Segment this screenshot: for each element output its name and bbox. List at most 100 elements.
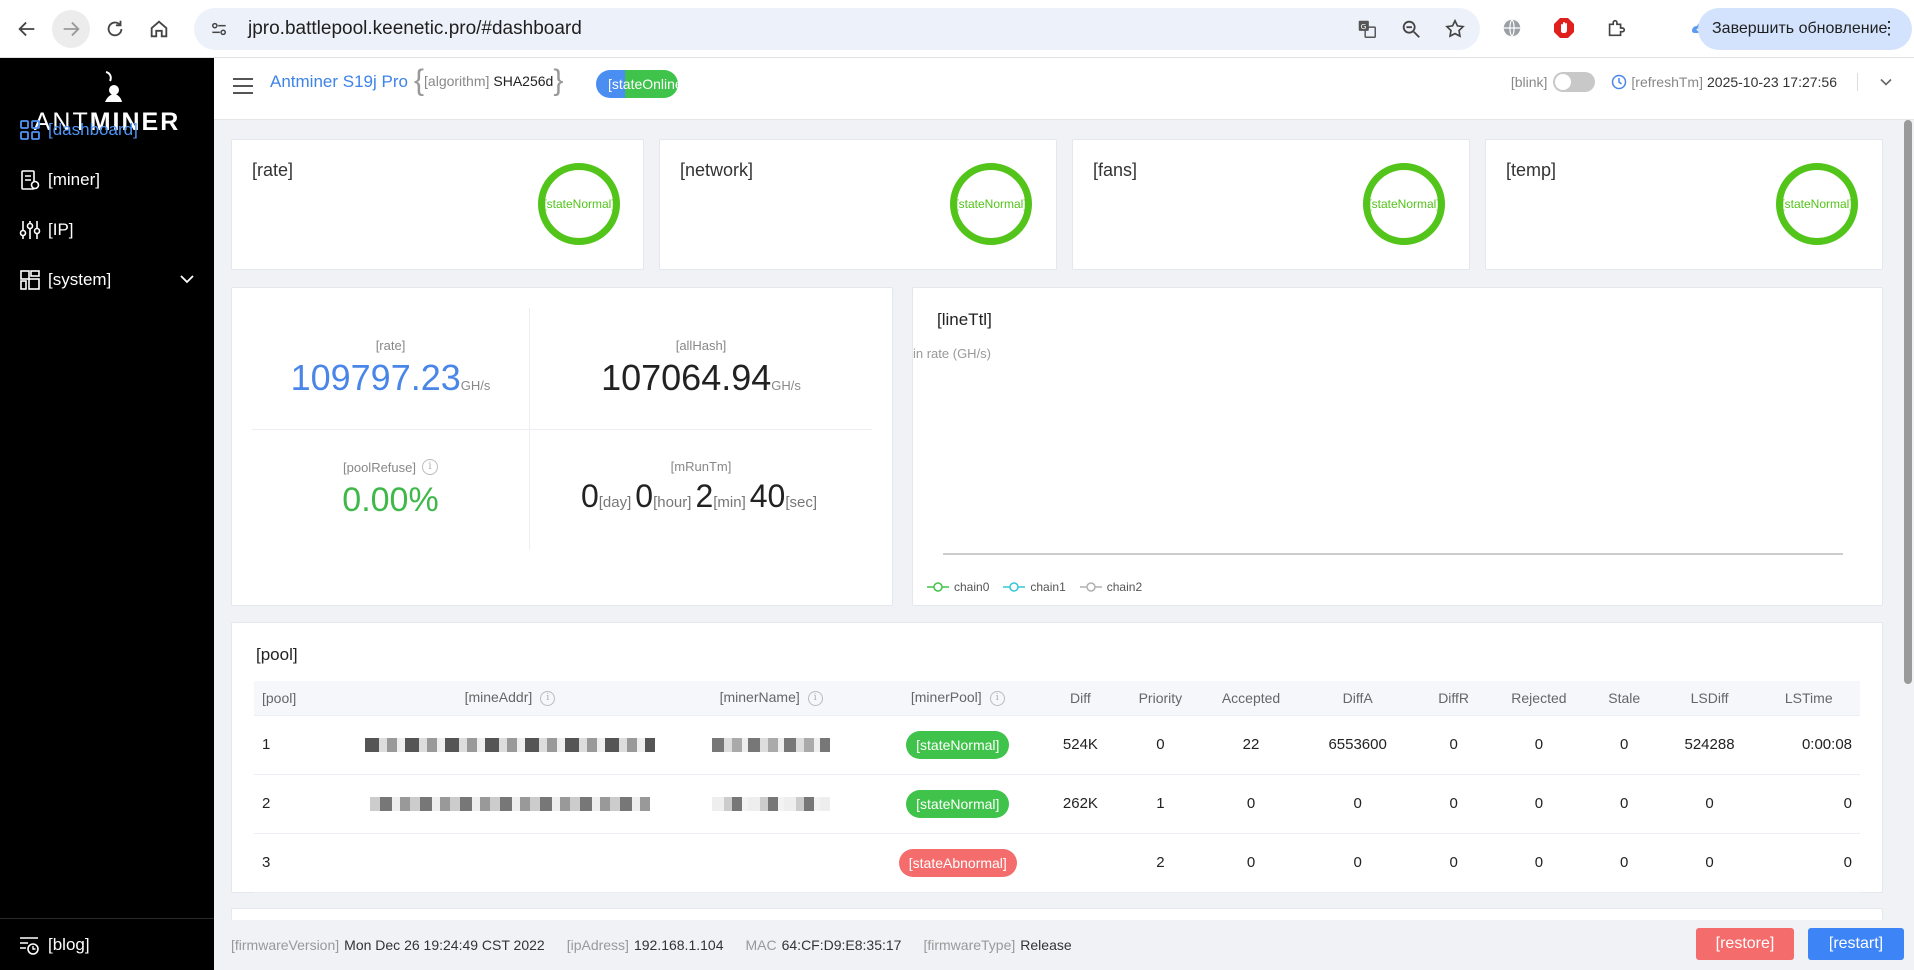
legend-label: chain1 — [1030, 580, 1066, 594]
url-text[interactable]: jpro.battlepool.keenetic.pro/#dashboard — [248, 18, 582, 40]
dashboard-icon — [18, 118, 42, 142]
col-lsdiff: LSDiff — [1661, 681, 1758, 716]
cell-lstime: 0:00:08 — [1757, 715, 1860, 775]
runtime-day: 0 — [580, 478, 599, 514]
bookmark-star-icon[interactable] — [1444, 18, 1466, 40]
runtime-min: 2 — [695, 478, 714, 514]
mac-value: 64:CF:D9:E8:35:17 — [781, 937, 902, 953]
cell-lstime: 0 — [1757, 833, 1860, 893]
footer-bar: [firmwareVersion] Mon Dec 26 19:24:49 CS… — [214, 920, 1914, 970]
col-diffa: DiffA — [1299, 681, 1417, 716]
cell-diff — [1043, 833, 1118, 893]
runtime-hour: 0 — [635, 478, 654, 514]
legend-label: chain0 — [954, 580, 990, 594]
legend-label: chain2 — [1106, 580, 1143, 594]
app-header: Antminer S19j Pro { [algorithm] SHA256d … — [214, 58, 1914, 120]
legend-item-chain0[interactable]: chain0 — [927, 580, 989, 594]
sidebar-item-ip[interactable]: [IP] — [0, 210, 214, 250]
blog-icon — [18, 934, 42, 956]
address-bar[interactable]: jpro.battlepool.keenetic.pro/#dashboard … — [194, 8, 1480, 50]
site-info-icon[interactable] — [208, 18, 230, 40]
sidebar-item-blog[interactable]: [blog] — [0, 918, 214, 970]
svg-text:G: G — [1361, 22, 1367, 31]
cell-state: [stateNormal] — [872, 774, 1044, 834]
adblock-extension-icon[interactable] — [1550, 14, 1578, 42]
table-row: 2 [stateNormal] 262K 1 0 0 0 0 0 0 0 — [254, 774, 1860, 834]
sidebar-item-system[interactable]: [system] — [0, 260, 214, 300]
status-ring: [stateNormal] — [950, 163, 1032, 245]
runtime-cell: [mRunTm] 0[day] 0[hour] 2[min] 40[sec] — [530, 459, 872, 515]
status-ring: [stateNormal] — [538, 163, 620, 245]
firmware-type-label: [firmwareType] — [923, 937, 1016, 953]
cell-lsdiff: 0 — [1661, 833, 1758, 893]
allhash-value: 107064.94 — [601, 357, 772, 398]
card-title: [temp] — [1506, 160, 1557, 180]
logo-mark-icon — [105, 71, 122, 102]
finish-update-button[interactable]: Завершить обновление ⋮ — [1698, 8, 1912, 50]
reload-icon — [107, 20, 123, 36]
status-badge: [stateAbnormal] — [898, 848, 1017, 877]
cell-diffr: 0 — [1416, 833, 1491, 893]
col-lstime: LSTime — [1757, 681, 1860, 716]
status-badge: [stateNormal] — [906, 789, 1010, 818]
ring-state: [stateNormal] — [955, 197, 1027, 211]
col-label: [mineAddr] — [464, 689, 533, 706]
cell-stale: 0 — [1586, 715, 1662, 775]
chevron-down-icon[interactable] — [178, 270, 196, 288]
refresh-label: [refreshTm] — [1631, 74, 1703, 90]
more-vert-icon[interactable]: ⋮ — [1880, 17, 1898, 39]
cell-stale: 0 — [1586, 833, 1662, 893]
hamburger-menu-icon[interactable] — [232, 76, 254, 96]
globe-extension-icon[interactable] — [1498, 14, 1526, 42]
legend-item-chain1[interactable]: chain1 — [1003, 580, 1066, 594]
blink-label: [blink] — [1510, 74, 1548, 90]
info-icon[interactable]: i — [422, 459, 438, 475]
refuse-label-row: [poolRefuse] i — [252, 459, 529, 475]
col-diffr: DiffR — [1416, 681, 1491, 716]
miner-icon — [18, 168, 42, 192]
allhash-cell: [allHash] 107064.94GH/s — [530, 338, 872, 399]
sidebar-item-miner[interactable]: [miner] — [0, 160, 214, 200]
legend-marker-icon — [1079, 582, 1102, 592]
extensions-puzzle-icon[interactable] — [1602, 14, 1630, 42]
arrow-left-icon — [18, 21, 35, 36]
col-label: [minerPool] — [910, 689, 982, 706]
sidebar-item-label: [dashboard] — [48, 120, 138, 139]
runtime-value: 0[day] 0[hour] 2[min] 40[sec] — [530, 478, 872, 515]
home-button[interactable] — [140, 10, 178, 48]
legend-item-chain2[interactable]: chain2 — [1079, 580, 1143, 594]
algorithm-info: { [algorithm] SHA256d } — [414, 64, 564, 97]
legend-marker-icon — [1003, 582, 1026, 592]
col-priority: Priority — [1117, 681, 1204, 716]
fans-status-card: [fans] [stateNormal] — [1072, 139, 1470, 270]
restore-button[interactable]: [restore] — [1696, 928, 1794, 960]
vertical-scrollbar[interactable] — [1904, 120, 1912, 684]
runtime-hour-unit: [hour] — [653, 494, 692, 511]
cell-miner-name-redacted — [669, 774, 873, 834]
cell-priority: 2 — [1117, 833, 1204, 893]
chart-legend: chain0 chain1 chain2 — [927, 580, 1142, 594]
col-pool: [pool] — [254, 681, 350, 716]
restart-button[interactable]: [restart] — [1808, 928, 1904, 960]
sidebar-item-dashboard[interactable]: [dashboard] — [0, 110, 214, 150]
browser-toolbar: jpro.battlepool.keenetic.pro/#dashboard … — [0, 0, 1914, 58]
back-button[interactable] — [8, 10, 46, 48]
reload-button[interactable] — [96, 10, 134, 48]
blink-toggle[interactable] — [1553, 72, 1596, 92]
rate-unit: GH/s — [460, 378, 491, 393]
info-icon[interactable]: i — [989, 691, 1005, 707]
info-icon[interactable]: i — [807, 691, 823, 707]
chart-plot — [943, 553, 1843, 555]
translate-icon[interactable]: G — [1356, 18, 1378, 40]
runtime-label: [mRunTm] — [670, 459, 732, 474]
zoom-icon[interactable] — [1400, 18, 1422, 40]
info-icon[interactable]: i — [540, 691, 556, 707]
chevron-down-icon[interactable] — [1878, 74, 1894, 90]
col-miner-pool: [minerPool] i — [872, 681, 1044, 716]
cell-diff: 262K — [1043, 774, 1118, 834]
forward-button[interactable] — [52, 9, 90, 48]
temp-status-card: [temp] [stateNormal] — [1485, 139, 1883, 270]
runtime-sec-unit: [sec] — [785, 494, 818, 511]
sidebar-item-label: [miner] — [48, 170, 100, 189]
cell-pool: 1 — [254, 715, 350, 775]
